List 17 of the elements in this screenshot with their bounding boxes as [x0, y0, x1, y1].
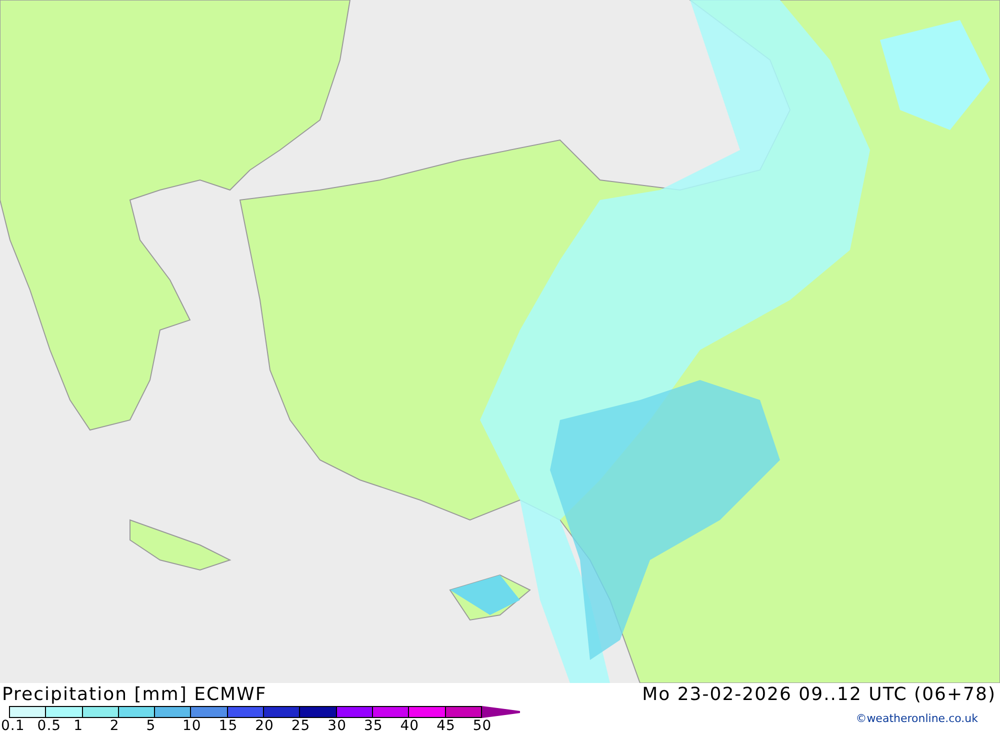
scale-label: 0.1	[1, 718, 26, 733]
scale-label: 35	[364, 718, 384, 733]
scale-label: 10	[182, 718, 202, 733]
scale-label: 0.5	[37, 718, 62, 733]
scale-label: 30	[328, 718, 348, 733]
scale-label: 50	[472, 718, 493, 733]
valid-time: Mo 23-02-2026 09..12 UTC (06+78)	[642, 684, 996, 706]
scale-label: 20	[255, 718, 275, 733]
scale-label: 5	[146, 718, 157, 733]
map-title: Precipitation [mm] ECMWF	[2, 684, 267, 706]
scale-label: 40	[400, 718, 420, 733]
scale-label: 15	[218, 718, 239, 733]
scale-label: 45	[436, 718, 456, 733]
scale-label: 1	[74, 718, 84, 733]
scale-label: 2	[110, 718, 120, 733]
scale-label: 25	[291, 718, 312, 733]
copyright-link[interactable]: ©weatheronline.co.uk	[856, 706, 1000, 725]
